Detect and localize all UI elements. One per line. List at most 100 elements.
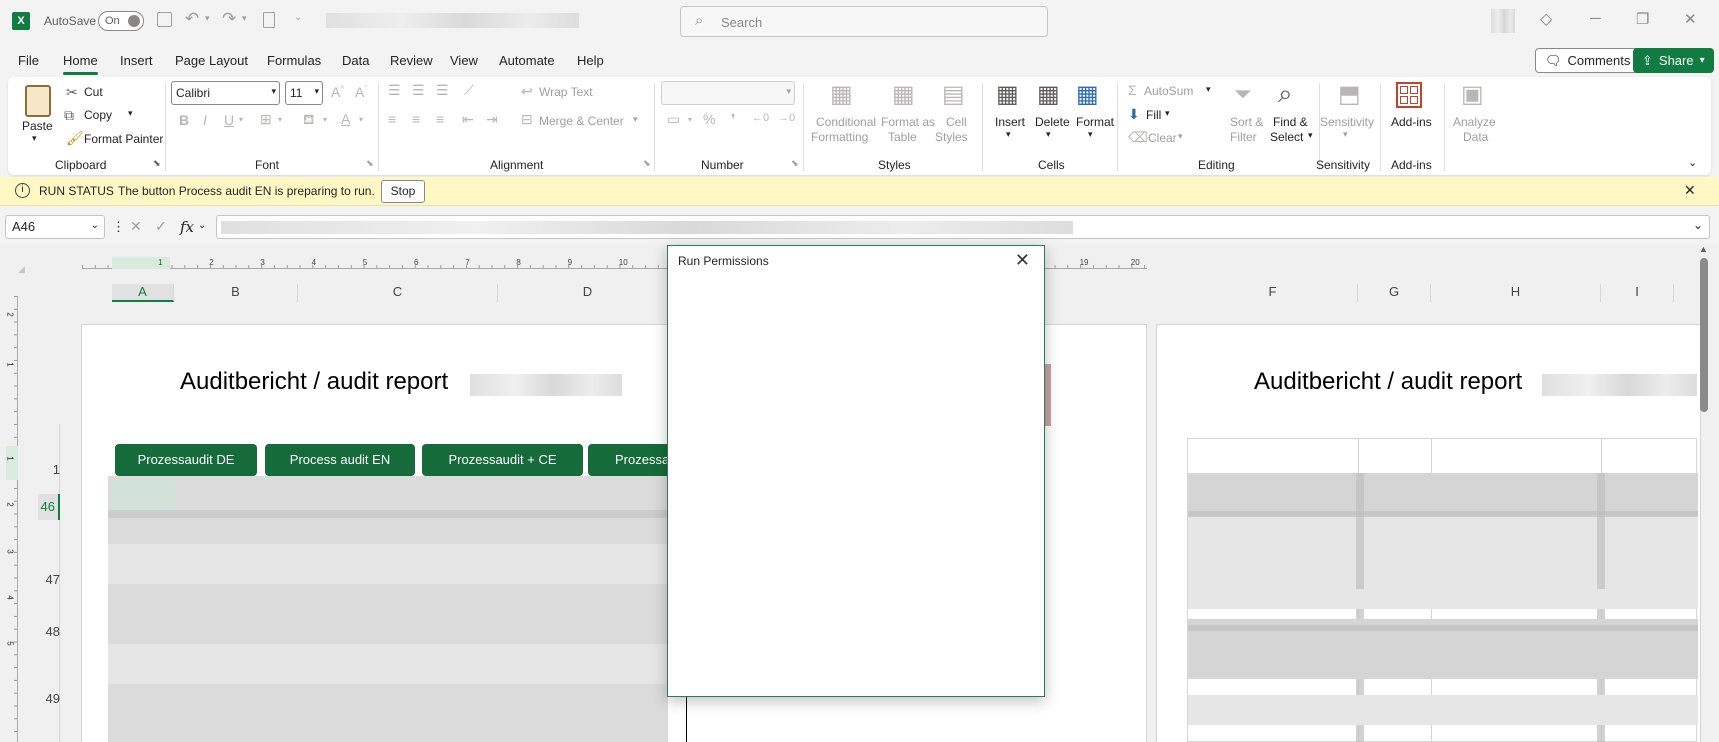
bold-icon[interactable]: B (179, 112, 189, 128)
format-as-table-button[interactable]: Format as (881, 115, 935, 129)
decrease-indent-icon[interactable]: ⇤ (462, 111, 474, 128)
format-painter-button[interactable]: Format Painter (84, 132, 163, 146)
autosum-dropdown-icon[interactable]: ▾ (1206, 84, 1211, 95)
name-box[interactable]: A46 ⌄ (5, 215, 105, 239)
prozessaudit-de-button[interactable]: Prozessaudit DE (115, 444, 257, 476)
underline-dropdown-icon[interactable]: ▾ (239, 115, 243, 124)
prozessaudit-ce-button[interactable]: Prozessaudit + CE (422, 444, 583, 476)
sort-filter-button-line2[interactable]: Filter (1230, 130, 1257, 144)
row-header-48[interactable]: 48 (38, 624, 60, 639)
increase-decimal-icon[interactable]: ←0 (752, 112, 769, 124)
find-select-button[interactable]: Find & (1273, 115, 1308, 129)
insert-dropdown-icon[interactable]: ▾ (1006, 129, 1011, 140)
sort-filter-button[interactable]: Sort & (1230, 115, 1263, 129)
fill-button[interactable]: Fill (1146, 108, 1161, 122)
merge-center-button[interactable]: Merge & Center (539, 114, 624, 128)
accounting-format-icon[interactable]: ▭ (667, 111, 680, 128)
clear-button[interactable]: Clear (1148, 131, 1177, 145)
process-audit-en-button[interactable]: Process audit EN (265, 444, 415, 476)
format-as-table-button-line2[interactable]: Table (888, 130, 917, 144)
menu-help[interactable]: Help (577, 53, 604, 68)
insert-cells-button[interactable]: Insert (995, 115, 1025, 129)
cell-styles-button-line2[interactable]: Styles (935, 130, 968, 144)
undo-icon[interactable]: ↶ (185, 9, 199, 29)
new-file-icon[interactable] (263, 12, 275, 28)
font-color-icon[interactable]: A (341, 111, 350, 127)
menu-data[interactable]: Data (342, 53, 369, 68)
close-run-status-icon[interactable]: ✕ (1684, 182, 1696, 199)
undo-dropdown-icon[interactable]: ▾ (205, 13, 210, 24)
align-bottom-icon[interactable]: ☰ (436, 82, 449, 99)
autosum-button[interactable]: AutoSum (1144, 84, 1193, 98)
number-launcher-icon[interactable]: ⬊ (791, 158, 799, 169)
analyze-data-button-line2[interactable]: Data (1463, 130, 1488, 144)
stop-button[interactable]: Stop (381, 180, 425, 203)
row-header-49[interactable]: 49 (38, 691, 60, 706)
delete-dropdown-icon[interactable]: ▾ (1046, 129, 1051, 140)
menu-automate[interactable]: Automate (499, 53, 555, 68)
column-header-i[interactable]: I (1601, 284, 1674, 302)
menu-home[interactable]: Home (63, 53, 98, 75)
font-family-select[interactable]: Calibri ▾ (171, 81, 280, 105)
diamond-icon[interactable]: ◇ (1540, 9, 1552, 29)
copy-button[interactable]: Copy (84, 108, 112, 122)
paste-button[interactable]: Paste (22, 119, 53, 133)
font-launcher-icon[interactable]: ⬊ (366, 158, 374, 169)
align-top-icon[interactable]: ☰ (388, 82, 401, 99)
borders-icon[interactable]: ⊞ (260, 111, 272, 128)
fx-dropdown-icon[interactable]: ⌄ (198, 220, 206, 231)
vertical-scrollbar-thumb[interactable] (1700, 258, 1708, 412)
column-header-a[interactable]: A (112, 284, 174, 302)
collapse-ribbon-icon[interactable]: ⌄ (1688, 156, 1697, 169)
clipboard-launcher-icon[interactable]: ⬊ (153, 158, 161, 169)
sensitivity-button[interactable]: Sensitivity (1320, 115, 1374, 129)
align-middle-icon[interactable]: ☰ (412, 82, 425, 99)
find-dropdown-icon[interactable]: ▾ (1308, 130, 1313, 141)
scroll-up-icon[interactable]: ▲ (1699, 244, 1708, 254)
add-ins-button[interactable]: Add-ins (1391, 115, 1432, 129)
menu-formulas[interactable]: Formulas (267, 53, 321, 68)
menu-page-layout[interactable]: Page Layout (175, 53, 248, 68)
analyze-data-button[interactable]: Analyze (1453, 115, 1496, 129)
fill-color-dropdown-icon[interactable]: ▾ (323, 115, 327, 124)
share-button[interactable]: ⇪ Share ▾ (1633, 48, 1714, 73)
column-header-c[interactable]: C (298, 284, 498, 302)
increase-indent-icon[interactable]: ⇥ (486, 111, 498, 128)
delete-cells-button[interactable]: Delete (1035, 115, 1070, 129)
font-size-select[interactable]: 11 ▾ (285, 81, 323, 105)
font-color-dropdown-icon[interactable]: ▾ (359, 115, 363, 124)
italic-icon[interactable]: I (203, 112, 207, 128)
menu-review[interactable]: Review (390, 53, 433, 68)
confirm-entry-icon[interactable]: ✓ (155, 218, 167, 235)
cut-button[interactable]: Cut (84, 85, 103, 99)
prozessaudit-button-partial[interactable]: Prozessa (588, 444, 668, 476)
column-header-f[interactable]: F (1188, 284, 1358, 302)
comma-style-icon[interactable]: ❜ (731, 111, 736, 128)
insert-function-icon[interactable]: fx (180, 218, 194, 236)
redo-icon[interactable]: ↷ (222, 9, 236, 29)
minimize-icon[interactable]: ─ (1590, 10, 1601, 27)
search-box[interactable]: ⌕ Search (680, 6, 1048, 37)
account-avatar-redacted[interactable] (1491, 9, 1515, 33)
increase-font-icon[interactable]: A^ (331, 84, 344, 100)
underline-icon[interactable]: U (224, 112, 234, 128)
align-center-icon[interactable]: ≡ (412, 111, 420, 127)
number-format-select[interactable]: ▾ (661, 81, 795, 105)
paste-dropdown-icon[interactable]: ▾ (32, 133, 37, 144)
format-cells-button[interactable]: Format (1076, 115, 1114, 129)
autosave-toggle[interactable]: On (98, 11, 144, 31)
percent-icon[interactable]: % (703, 111, 715, 127)
menu-file[interactable]: File (18, 53, 39, 68)
column-header-b[interactable]: B (174, 284, 298, 302)
decrease-decimal-icon[interactable]: →0 (778, 112, 795, 124)
close-window-icon[interactable]: ✕ (1684, 10, 1697, 28)
merge-dropdown-icon[interactable]: ▾ (633, 114, 638, 125)
alignment-launcher-icon[interactable]: ⬊ (643, 158, 651, 169)
menu-view[interactable]: View (450, 53, 478, 68)
accounting-dropdown-icon[interactable]: ▾ (688, 115, 692, 124)
orientation-icon[interactable]: ⟋ (464, 82, 474, 99)
conditional-formatting-button[interactable]: Conditional (816, 115, 876, 129)
comments-button[interactable]: 🗨 Comments (1535, 48, 1641, 73)
borders-dropdown-icon[interactable]: ▾ (278, 115, 282, 124)
redo-dropdown-icon[interactable]: ▾ (242, 13, 247, 24)
